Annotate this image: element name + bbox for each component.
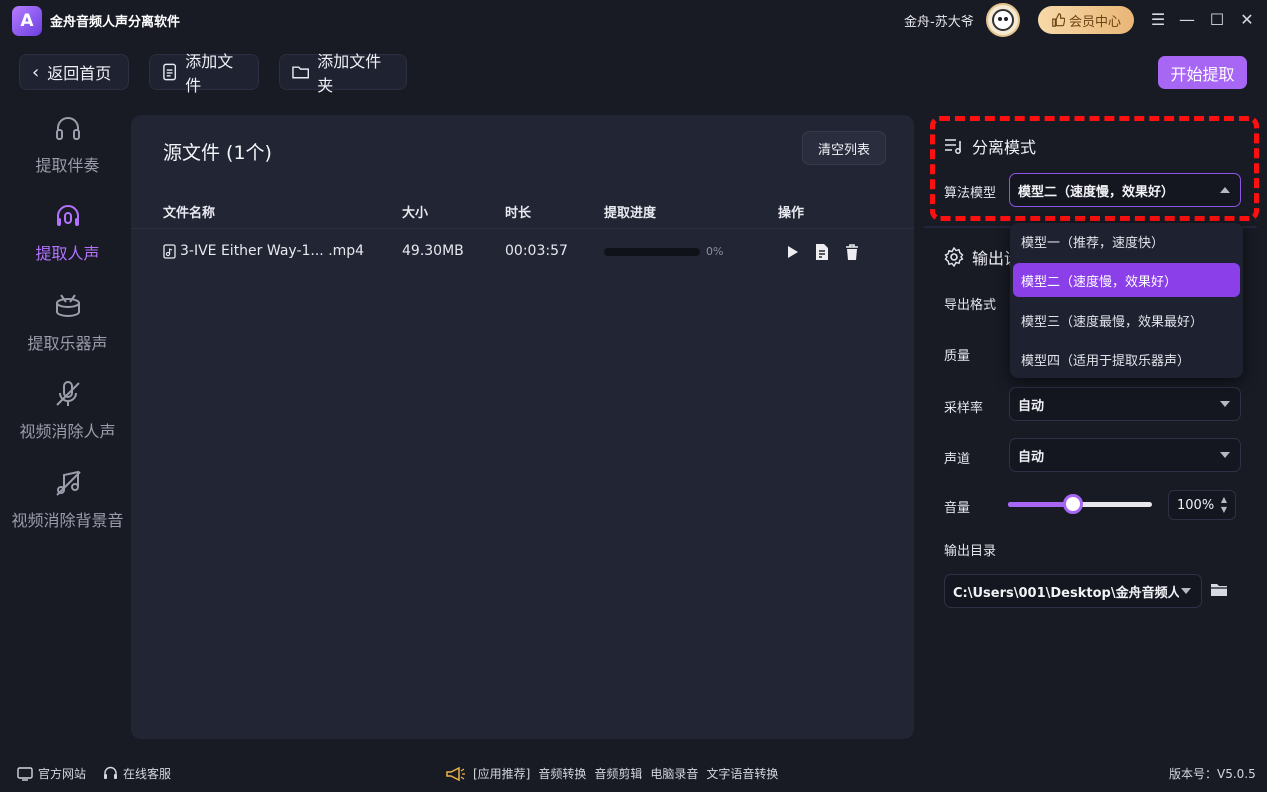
chevron-left-icon: ‹ <box>32 61 40 83</box>
algo-option[interactable]: 模型一（推荐，速度快） <box>1013 224 1240 258</box>
footer-link-audio-convert[interactable]: 音频转换 <box>538 765 586 782</box>
sidebar-label: 提取乐器声 <box>27 334 108 353</box>
app-title: 金舟音频人声分离软件 <box>50 15 181 30</box>
edit-file-icon[interactable] <box>812 242 832 262</box>
sidebar-item-accompaniment[interactable]: 提取伴奏 <box>0 112 135 176</box>
play-icon[interactable] <box>783 242 803 262</box>
sidebar-item-video-remove-vocals[interactable]: 视频消除人声 <box>0 378 135 442</box>
output-dir-label: 输出目录 <box>944 544 997 559</box>
open-folder-icon[interactable] <box>1210 582 1228 602</box>
caret-down-icon <box>1220 401 1230 407</box>
file-audio-icon <box>163 243 176 259</box>
sidebar-label: 视频消除人声 <box>19 422 116 441</box>
online-support-link[interactable]: 在线客服 <box>103 765 171 782</box>
start-extract-button[interactable]: 开始提取 <box>1158 56 1247 89</box>
sidebar-label: 提取伴奏 <box>35 156 100 175</box>
output-settings-title: 输出设 <box>944 245 1020 269</box>
recommend-bar: [应用推荐] 音频转换 音频剪辑 电脑录音 文字语音转换 <box>445 765 778 782</box>
sidebar-item-vocals[interactable]: 提取人声 <box>0 200 135 264</box>
back-home-button[interactable]: ‹ 返回首页 <box>19 54 129 90</box>
gear-icon <box>944 247 964 267</box>
progress-percent: 0% <box>706 245 724 258</box>
add-folder-button[interactable]: 添加文件夹 <box>279 52 407 95</box>
header-divider <box>131 228 914 229</box>
user-name[interactable]: 金舟-苏大爷 <box>904 11 974 30</box>
sidebar-label: 视频消除背景音 <box>11 511 124 530</box>
avatar-face-icon <box>992 9 1014 31</box>
sample-rate-value: 自动 <box>1018 398 1045 414</box>
column-header-duration: 时长 <box>505 206 532 221</box>
channel-label: 声道 <box>944 452 971 467</box>
algo-option[interactable]: 模型四（适用于提取乐器声） <box>1013 342 1240 376</box>
app-logo: A <box>12 6 42 36</box>
file-duration: 00:03:57 <box>505 243 568 259</box>
table-row[interactable]: 3-IVE Either Way-1... .mp4 <box>163 243 364 259</box>
channel-select[interactable]: 自动 <box>1009 438 1241 472</box>
caret-down-icon <box>1220 452 1230 458</box>
music-off-icon <box>52 467 84 499</box>
footer-link-tts[interactable]: 文字语音转换 <box>706 765 778 782</box>
minimize-icon[interactable]: — <box>1176 8 1198 30</box>
recommend-label: [应用推荐] <box>473 767 531 781</box>
vip-label: 会员中心 <box>1068 14 1121 30</box>
headphones-icon <box>52 112 84 144</box>
stepper-icon[interactable]: ▲ ▼ <box>1221 495 1227 515</box>
volume-slider-handle[interactable] <box>1062 494 1083 514</box>
headset-icon <box>104 766 117 779</box>
close-icon[interactable]: ✕ <box>1236 8 1258 30</box>
thumb-up-icon <box>1052 13 1065 27</box>
quality-label: 质量 <box>944 349 971 364</box>
avatar[interactable] <box>986 3 1020 37</box>
algo-option-selected[interactable]: 模型二（速度慢，效果好） <box>1013 263 1240 297</box>
volume-label: 音量 <box>944 501 971 516</box>
file-size: 49.30MB <box>402 243 464 259</box>
official-site-label: 官方网站 <box>38 767 87 781</box>
online-support-label: 在线客服 <box>123 767 172 781</box>
caret-down-icon <box>1181 588 1191 594</box>
footer-link-audio-edit[interactable]: 音频剪辑 <box>594 765 642 782</box>
file-name: 3-IVE Either Way-1... .mp4 <box>180 243 365 259</box>
channel-value: 自动 <box>1018 449 1045 465</box>
volume-input[interactable]: 100% ▲ ▼ <box>1168 490 1236 520</box>
output-dir-value: C:\Users\001\Desktop\金舟音频人 <box>953 585 1179 601</box>
folder-icon <box>292 66 310 79</box>
sample-rate-select[interactable]: 自动 <box>1009 387 1241 421</box>
output-dir-select[interactable]: C:\Users\001\Desktop\金舟音频人 <box>944 574 1202 608</box>
clear-list-button[interactable]: 清空列表 <box>802 131 886 165</box>
megaphone-icon <box>446 766 465 781</box>
vip-center-button[interactable]: 会员中心 <box>1038 6 1134 34</box>
column-header-name: 文件名称 <box>163 206 216 221</box>
monitor-icon <box>17 766 33 781</box>
sample-rate-label: 采样率 <box>944 401 984 416</box>
column-header-actions: 操作 <box>778 206 805 221</box>
sidebar-label: 提取人声 <box>35 244 100 263</box>
volume-value: 100% <box>1177 497 1215 513</box>
version-label: 版本号：V5.0.5 <box>1169 767 1256 781</box>
sidebar-item-video-remove-bgm[interactable]: 视频消除背景音 <box>0 467 135 531</box>
add-file-label: 添加文件 <box>185 52 234 95</box>
footer-link-pc-record[interactable]: 电脑录音 <box>650 765 698 782</box>
panel-title: 源文件 (1个) <box>163 142 272 164</box>
highlight-annotation <box>930 116 1259 221</box>
back-home-label: 返回首页 <box>47 64 112 83</box>
algo-model-dropdown: 模型一（推荐，速度快） 模型二（速度慢，效果好） 模型三（速度最慢，效果最好） … <box>1010 223 1243 378</box>
column-header-progress: 提取进度 <box>604 206 657 221</box>
mic-off-icon <box>52 378 84 410</box>
headset-mic-icon <box>52 200 84 232</box>
menu-icon[interactable]: ☰ <box>1147 8 1169 30</box>
file-icon <box>163 63 177 81</box>
add-folder-label: 添加文件夹 <box>317 52 382 95</box>
column-header-size: 大小 <box>402 206 429 221</box>
add-file-button[interactable]: 添加文件 <box>149 52 259 95</box>
maximize-icon[interactable]: ☐ <box>1206 8 1228 30</box>
sidebar-item-instrument[interactable]: 提取乐器声 <box>0 290 135 354</box>
drum-icon <box>52 290 84 322</box>
algo-option[interactable]: 模型三（速度最慢，效果最好） <box>1013 303 1240 337</box>
delete-icon[interactable] <box>842 242 862 262</box>
progress-bar <box>604 248 700 256</box>
export-format-label: 导出格式 <box>944 298 997 313</box>
official-site-link[interactable]: 官方网站 <box>17 765 86 782</box>
